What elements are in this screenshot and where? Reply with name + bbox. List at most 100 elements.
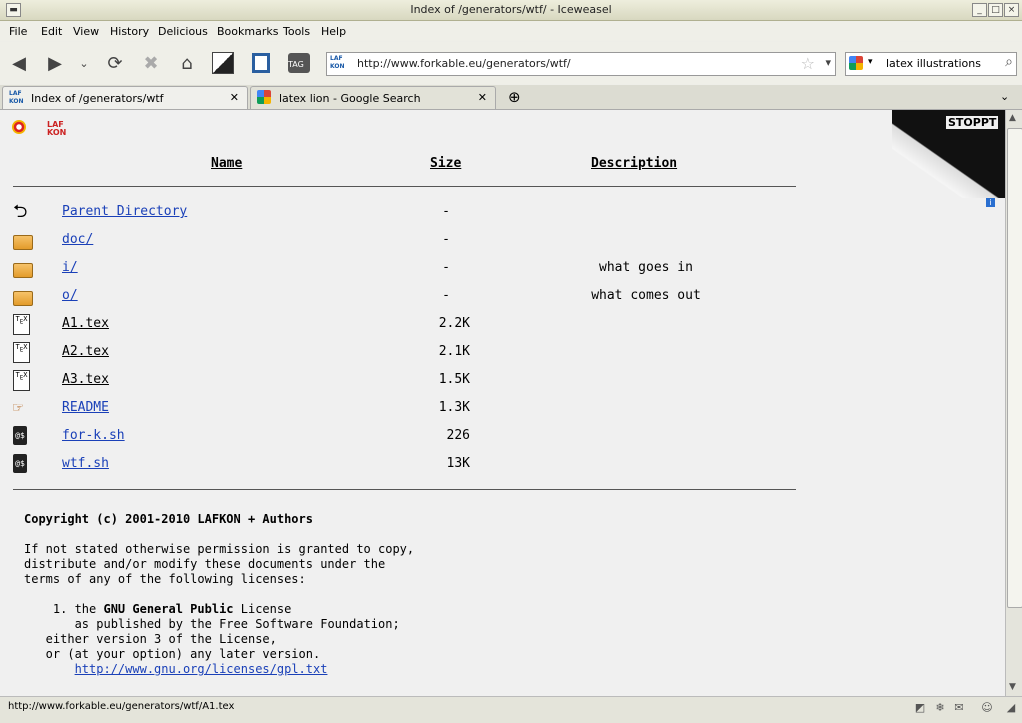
addon-face-icon[interactable]: ☺ [980, 701, 994, 715]
close-tab-icon[interactable]: ✕ [478, 91, 487, 104]
back-arrow-icon: ◀ [12, 52, 26, 74]
tab-google-search[interactable]: latex lion - Google Search ✕ [250, 86, 496, 109]
file-size: 2.2K [438, 316, 470, 331]
table-row: TEX A2.tex 2.1K [0, 340, 800, 368]
gpl-link[interactable]: http://www.gnu.org/licenses/gpl.txt [75, 662, 328, 676]
file-size: - [442, 232, 450, 247]
script-file-icon: @$ [13, 426, 27, 445]
scrollbar-thumb[interactable] [1007, 128, 1022, 608]
table-row: ⮌ Parent Directory - [0, 200, 800, 228]
scroll-up-icon[interactable]: ▲ [1009, 113, 1016, 123]
file-link[interactable]: doc/ [62, 232, 93, 247]
table-row: TEX A3.tex 1.5K [0, 368, 800, 396]
back-button[interactable]: ◀ [6, 50, 32, 76]
scroll-down-icon[interactable]: ▼ [1009, 682, 1016, 692]
maximize-button[interactable]: □ [988, 3, 1003, 17]
file-link[interactable]: Parent Directory [62, 204, 187, 219]
license-item-prefix: 1. the [52, 602, 104, 616]
header-size[interactable]: Size [430, 156, 461, 171]
close-window-button[interactable]: × [1004, 3, 1019, 17]
license-name: GNU General Public [103, 602, 234, 616]
header-name[interactable]: Name [211, 156, 242, 171]
url-dropdown-icon[interactable]: ▾ [825, 56, 831, 69]
history-dropdown-button[interactable]: ⌄ [74, 50, 94, 76]
status-bar: http://www.forkable.eu/generators/wtf/A1… [0, 696, 1022, 723]
ad-text: STOPPT [946, 116, 999, 129]
vertical-scrollbar[interactable]: ▲ ▼ [1005, 110, 1022, 696]
tab-index-wtf[interactable]: LAF KON Index of /generators/wtf ✕ [2, 86, 248, 109]
home-button[interactable]: ⌂ [174, 50, 200, 76]
lafkon-logo: LAF KON [47, 120, 67, 137]
file-size: 1.5K [438, 372, 470, 387]
stop-button[interactable]: ✖ [138, 50, 164, 76]
script-file-icon: @$ [13, 454, 27, 473]
file-link[interactable]: A2.tex [62, 344, 109, 359]
plus-icon: ⊕ [508, 88, 521, 106]
url-text[interactable]: http://www.forkable.eu/generators/wtf/ [357, 57, 571, 70]
file-link[interactable]: A3.tex [62, 372, 109, 387]
engine-dropdown-icon[interactable]: ▾ [868, 57, 873, 67]
menu-history[interactable]: History [110, 25, 149, 38]
bookmarks-button[interactable] [210, 50, 236, 76]
table-row: o/ - what comes out [0, 284, 800, 312]
tag-button[interactable]: TAG [286, 50, 312, 76]
window-title-bar: ▬ Index of /generators/wtf/ - Iceweasel … [0, 0, 1022, 21]
menu-delicious[interactable]: Delicious [158, 25, 208, 38]
file-description: what goes in [599, 260, 693, 275]
page-frame-icon [252, 53, 270, 73]
corner-ad[interactable]: STOPPT i [892, 110, 1005, 207]
url-bar[interactable]: LAF KON http://www.forkable.eu/generator… [326, 52, 836, 76]
search-bar[interactable]: ▾ latex illustrations ⌕ [845, 52, 1017, 76]
license-details: as published by the Free Software Founda… [45, 617, 400, 661]
close-tab-icon[interactable]: ✕ [230, 91, 239, 104]
menu-bookmarks[interactable]: Bookmarks [217, 25, 278, 38]
tab-label: Index of /generators/wtf [31, 92, 164, 105]
tab-list-button[interactable]: ⌄ [1000, 90, 1009, 103]
minimize-button[interactable]: _ [972, 3, 987, 17]
google-favicon-icon [257, 90, 271, 104]
menu-tools[interactable]: Tools [283, 25, 310, 38]
tex-file-icon: TEX [13, 370, 30, 391]
table-row: ☞ README 1.3K [0, 396, 800, 424]
menu-file[interactable]: File [9, 25, 27, 38]
info-icon[interactable]: i [986, 198, 995, 207]
file-link[interactable]: for-k.sh [62, 428, 125, 443]
file-size: 2.1K [438, 344, 470, 359]
folder-icon [13, 291, 33, 306]
search-input[interactable]: latex illustrations [886, 57, 981, 70]
snowflake-icon[interactable]: ❄ [933, 701, 947, 715]
divider [13, 186, 796, 187]
reload-icon: ⟳ [107, 52, 123, 74]
page-button[interactable] [248, 50, 274, 76]
contrast-status-icon[interactable]: ◩ [913, 701, 927, 715]
navigation-toolbar: ◀ ▶ ⌄ ⟳ ✖ ⌂ TAG LAF KON http://www.forka… [0, 42, 1022, 84]
file-link[interactable]: README [62, 400, 109, 415]
table-row: @$ for-k.sh 226 [0, 424, 800, 452]
file-link[interactable]: i/ [62, 260, 78, 275]
menu-edit[interactable]: Edit [41, 25, 62, 38]
file-link[interactable]: A1.tex [62, 316, 109, 331]
file-size: 226 [446, 428, 470, 443]
reload-button[interactable]: ⟳ [102, 50, 128, 76]
new-tab-button[interactable]: ⊕ [508, 88, 521, 106]
menu-help[interactable]: Help [321, 25, 346, 38]
file-size: 1.3K [438, 400, 470, 415]
google-engine-icon[interactable] [849, 56, 863, 70]
table-row: TEX A1.tex 2.2K [0, 312, 800, 340]
header-description[interactable]: Description [591, 156, 677, 171]
file-link[interactable]: o/ [62, 288, 78, 303]
forward-button[interactable]: ▶ [42, 50, 68, 76]
chevron-down-icon: ⌄ [79, 56, 89, 70]
menu-view[interactable]: View [73, 25, 99, 38]
file-link[interactable]: wtf.sh [62, 456, 109, 471]
table-row: @$ wtf.sh 13K [0, 452, 800, 480]
file-size: 13K [446, 456, 470, 471]
copyright-text: Copyright (c) 2001-2010 LAFKON + Authors [24, 512, 313, 526]
bookmark-star-icon[interactable]: ☆ [801, 54, 815, 73]
mail-icon[interactable]: ✉ [952, 701, 966, 715]
search-icon[interactable]: ⌕ [1005, 54, 1013, 70]
lafkon-favicon-icon: LAF KON [9, 90, 24, 105]
resize-grip-icon[interactable]: ◢ [1004, 701, 1018, 715]
table-row: doc/ - [0, 228, 800, 256]
site-favicon-icon: LAF KON [330, 55, 345, 70]
